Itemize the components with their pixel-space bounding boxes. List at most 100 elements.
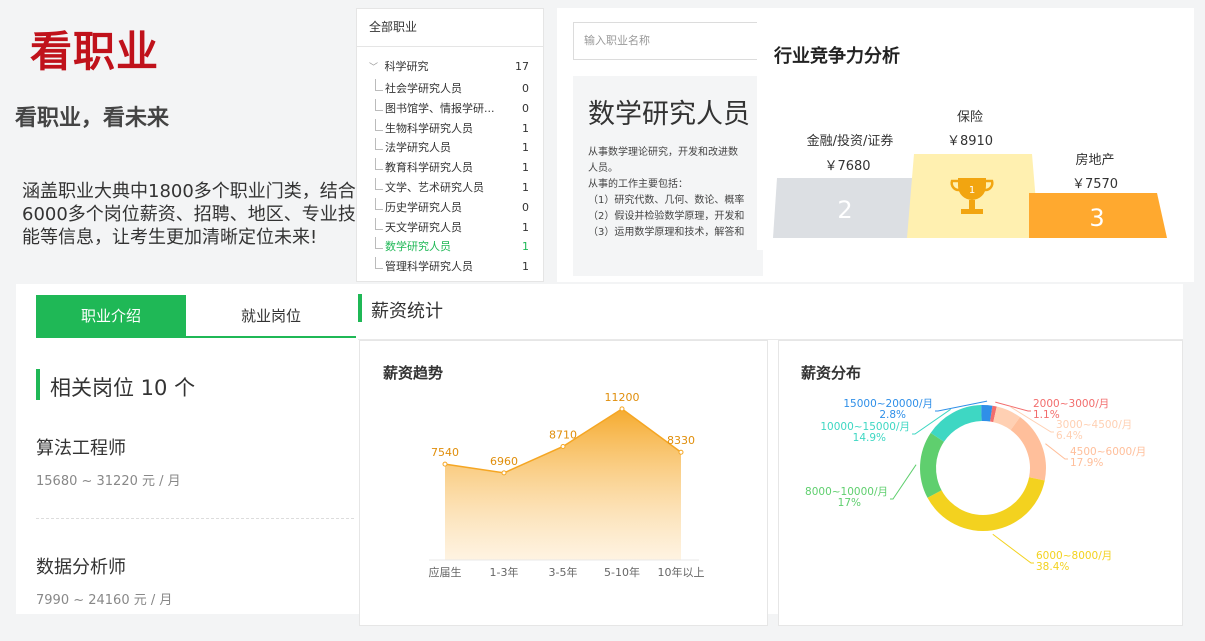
salary-section-title: 薪资统计 xyxy=(371,301,443,322)
category-tree: 全部职业 ﹀ 科学研究 17 社会学研究人员 0 图书馆学、情报学研... 0 生物科学… xyxy=(356,8,544,282)
trend-point xyxy=(678,449,684,455)
tree-item-count: 1 xyxy=(522,220,529,234)
slice-pct-label: 38.4% xyxy=(1036,561,1069,573)
section-accent-bar xyxy=(36,369,40,400)
slice-leader-line xyxy=(1045,443,1068,460)
tree-item-count: 1 xyxy=(522,260,529,274)
chevron-down-icon[interactable]: ﹀ xyxy=(369,56,381,80)
trend-point xyxy=(501,470,507,476)
hero-description: 涵盖职业大典中1800多个职业门类，结合6000多个岗位薪资、招聘、地区、专业技… xyxy=(22,181,356,248)
tree-item-count: 0 xyxy=(522,101,529,115)
tree-item[interactable]: 图书馆学、情报学研... 0 xyxy=(357,98,543,119)
podium-second-name: 金融/投资/证券 xyxy=(806,134,894,149)
job-line: （3）运用数学原理和技术，解答和 xyxy=(588,227,745,238)
hero-title: 看职业 xyxy=(30,27,160,76)
pie-slice xyxy=(920,432,944,498)
tree-item[interactable]: 历史学研究人员 0 xyxy=(357,197,543,218)
tree-item[interactable]: 管理科学研究人员 1 xyxy=(357,257,543,277)
tree-item-label: 数学研究人员 xyxy=(385,240,451,254)
tab-employment[interactable]: 就业岗位 xyxy=(186,295,356,338)
salary-trend-chart: 7540 应届生 6960 1-3年 8710 3-5年 11200 5-10年 8330 10年… xyxy=(429,391,705,579)
tree-item[interactable]: 生物科学研究人员 1 xyxy=(357,118,543,139)
trend-tick-label: 应届生 xyxy=(429,565,462,579)
competitiveness-title: 行业竞争力分析 xyxy=(774,46,900,67)
trend-data-label: 8710 xyxy=(549,428,577,441)
tree-item-label: 管理科学研究人员 xyxy=(385,260,473,274)
trend-tick-label: 5-10年 xyxy=(604,565,640,579)
trend-tick-label: 1-3年 xyxy=(490,565,519,579)
podium-first-salary: ￥8910 xyxy=(946,134,994,149)
tree-branch xyxy=(375,79,383,91)
slice-pct-label: 17.9% xyxy=(1070,457,1103,469)
tree-item[interactable]: 文学、艺术研究人员 1 xyxy=(357,177,543,198)
search-input[interactable]: 输入职业名称 xyxy=(573,22,763,60)
tree-item-label: 教育科学研究人员 xyxy=(385,161,473,175)
tree-item[interactable]: 天文学研究人员 1 xyxy=(357,217,543,238)
tree-item-count: 1 xyxy=(522,240,529,254)
salary-accent-bar xyxy=(358,294,362,322)
trend-point xyxy=(442,461,448,467)
related-job-name[interactable]: 算法工程师 xyxy=(36,434,126,460)
tree-item-label: 社会学研究人员 xyxy=(385,82,462,95)
tree-item[interactable]: 数学研究人员 1 xyxy=(357,237,543,257)
job-line: 从事的工作主要包括： xyxy=(588,179,688,190)
slice-leader-line xyxy=(890,464,917,500)
related-jobs-title: 相关岗位 10 个 xyxy=(50,376,196,400)
tree-item-count: 1 xyxy=(522,121,529,135)
tree-item-count: 0 xyxy=(522,82,529,95)
tree-item[interactable]: 社会学研究人员 0 xyxy=(357,79,543,99)
trend-data-label: 7540 xyxy=(431,446,459,459)
tab-job-intro[interactable]: 职业介绍 xyxy=(36,295,186,338)
podium-third-rank: 3 xyxy=(1089,204,1104,232)
tree-item-label: 法学研究人员 xyxy=(385,141,451,155)
salary-distribution-title: 薪资分布 xyxy=(801,364,862,382)
tree-item[interactable]: 法学研究人员 1 xyxy=(357,138,543,158)
tree-branch xyxy=(375,257,383,270)
related-job-pay: 15680 ~ 31220 元 / 月 xyxy=(36,474,181,489)
tree-item[interactable]: 教育科学研究人员 1 xyxy=(357,158,543,178)
related-job-name[interactable]: 数据分析师 xyxy=(36,553,126,579)
tree-item-label: 文学、艺术研究人员 xyxy=(385,180,484,194)
trophy-rank: 1 xyxy=(969,185,975,196)
slice-pct-label: 6.4% xyxy=(1056,430,1083,442)
slice-leader-line xyxy=(992,533,1034,564)
related-job-pay: 7990 ~ 24160 元 / 月 xyxy=(36,593,173,608)
tree-branch xyxy=(375,138,383,151)
slice-pct-label: 2.8% xyxy=(879,409,906,421)
tree-item-count: 1 xyxy=(522,180,529,194)
pie-slice xyxy=(1010,417,1046,481)
tree-item-label: 图书馆学、情报学研... xyxy=(385,101,495,115)
tree-header[interactable]: 全部职业 xyxy=(357,9,543,47)
trend-data-label: 6960 xyxy=(490,455,518,468)
tree-item-count: 0 xyxy=(522,200,529,214)
hero-subtitle: 看职业，看未来 xyxy=(15,106,170,131)
divider xyxy=(36,518,354,519)
pie-slice xyxy=(927,477,1045,531)
tree-item-count: 1 xyxy=(522,141,529,155)
tree-item-count: 1 xyxy=(522,161,529,175)
tree-branch xyxy=(375,118,383,131)
job-line: （1）研究代数、几何、数论、概率 xyxy=(588,195,745,206)
tree-group-science[interactable]: ﹀ 科学研究 17 xyxy=(357,55,543,79)
tree-group-count: 17 xyxy=(515,60,529,73)
salary-distribution-chart: 2000~3000/月1.1%3000~4500/月6.4%4500~6000/… xyxy=(805,398,1146,573)
podium-first-name: 保险 xyxy=(956,110,983,125)
trend-point xyxy=(619,406,625,412)
trend-point xyxy=(560,443,566,449)
tree-branch xyxy=(375,177,383,190)
trend-tick-label: 10年以上 xyxy=(658,565,705,579)
tree-branch xyxy=(375,158,383,171)
tree-group-label: 科学研究 xyxy=(384,60,429,73)
job-line: （2）假设并检验数学原理，开发和 xyxy=(588,211,745,222)
job-line: 从事数学理论研究，开发和改进数 xyxy=(588,147,738,158)
trend-tick-label: 3-5年 xyxy=(549,565,578,579)
job-description: 从事数学理论研究，开发和改进数 人员。 从事的工作主要包括： （1）研究代数、几… xyxy=(588,145,760,241)
podium-second-rank: 2 xyxy=(837,196,852,224)
job-line: 人员。 xyxy=(588,163,618,174)
tree-item-label: 历史学研究人员 xyxy=(385,200,462,214)
salary-trend-title: 薪资趋势 xyxy=(383,364,444,382)
tree-item-label: 生物科学研究人员 xyxy=(385,121,473,135)
job-title: 数学研究人员 xyxy=(588,99,750,130)
tree-branch xyxy=(375,197,383,210)
tree-branch xyxy=(375,217,383,230)
